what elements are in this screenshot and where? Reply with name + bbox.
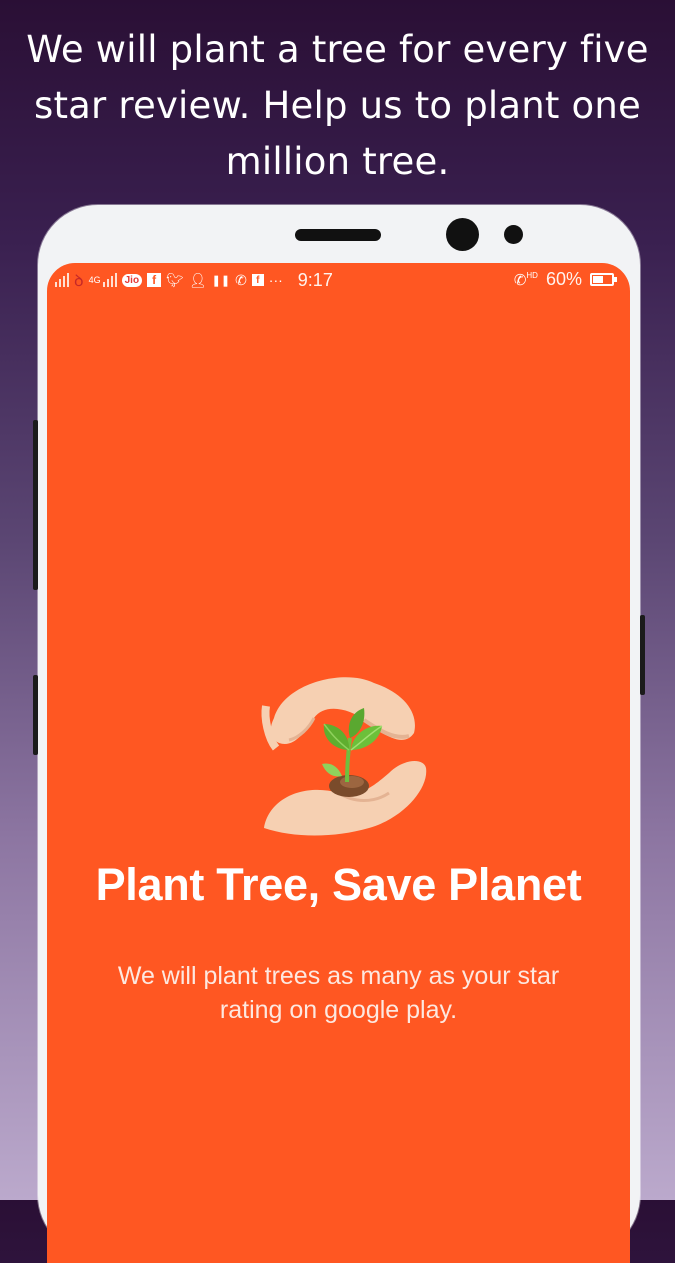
twitter-icon: 🐦︎ xyxy=(166,271,184,288)
jio-icon: Jio xyxy=(121,273,143,287)
phone-side-button xyxy=(33,420,38,590)
more-icon: ··· xyxy=(268,272,283,288)
promo-headline: We will plant a tree for every five star… xyxy=(26,28,649,183)
whatsapp-icon: ✆ xyxy=(235,271,247,288)
facebook-icon: f xyxy=(251,274,264,286)
status-left: ꝺ 4G Jio f 🐦︎ 👤︎ ❚❚ ✆ f ··· 9:17 xyxy=(55,269,333,291)
airtel-icon: ꝺ xyxy=(74,273,84,290)
app-screen: ꝺ 4G Jio f 🐦︎ 👤︎ ❚❚ ✆ f ··· 9:17 ✆ HD 60… xyxy=(47,263,630,1263)
phone-power-button xyxy=(640,615,645,695)
battery-icon xyxy=(590,273,617,286)
status-time: 9:17 xyxy=(297,269,333,290)
front-camera-icon xyxy=(446,218,479,251)
phone-mockup: ꝺ 4G Jio f 🐦︎ 👤︎ ❚❚ ✆ f ··· 9:17 ✆ HD 60… xyxy=(33,205,645,1263)
facebook-icon: f xyxy=(147,273,162,287)
hd-label: HD xyxy=(526,270,538,280)
phone-icon: ✆ xyxy=(513,271,527,289)
status-right: ✆ HD 60% xyxy=(514,269,617,290)
hd-call-icon: ✆ HD xyxy=(514,271,538,289)
network-type-label: 4G xyxy=(88,275,101,285)
battery-percent: 60% xyxy=(545,269,582,289)
phone-speaker xyxy=(295,229,381,241)
screen-subtitle: We will plant trees as many as your star… xyxy=(117,962,560,1024)
phone-side-button xyxy=(33,675,38,755)
hands-holding-sapling-icon xyxy=(261,677,427,836)
signal-icon xyxy=(55,273,69,287)
signal-icon xyxy=(102,273,117,287)
screen-title: Plant Tree, Save Planet xyxy=(95,859,582,910)
pause-icon: ❚❚ xyxy=(211,274,231,287)
bottom-hand xyxy=(264,761,427,836)
user-icon: 👤︎ xyxy=(188,271,207,288)
status-bar: ꝺ 4G Jio f 🐦︎ 👤︎ ❚❚ ✆ f ··· 9:17 ✆ HD 60… xyxy=(47,263,630,293)
proximity-sensor-icon xyxy=(504,225,523,244)
